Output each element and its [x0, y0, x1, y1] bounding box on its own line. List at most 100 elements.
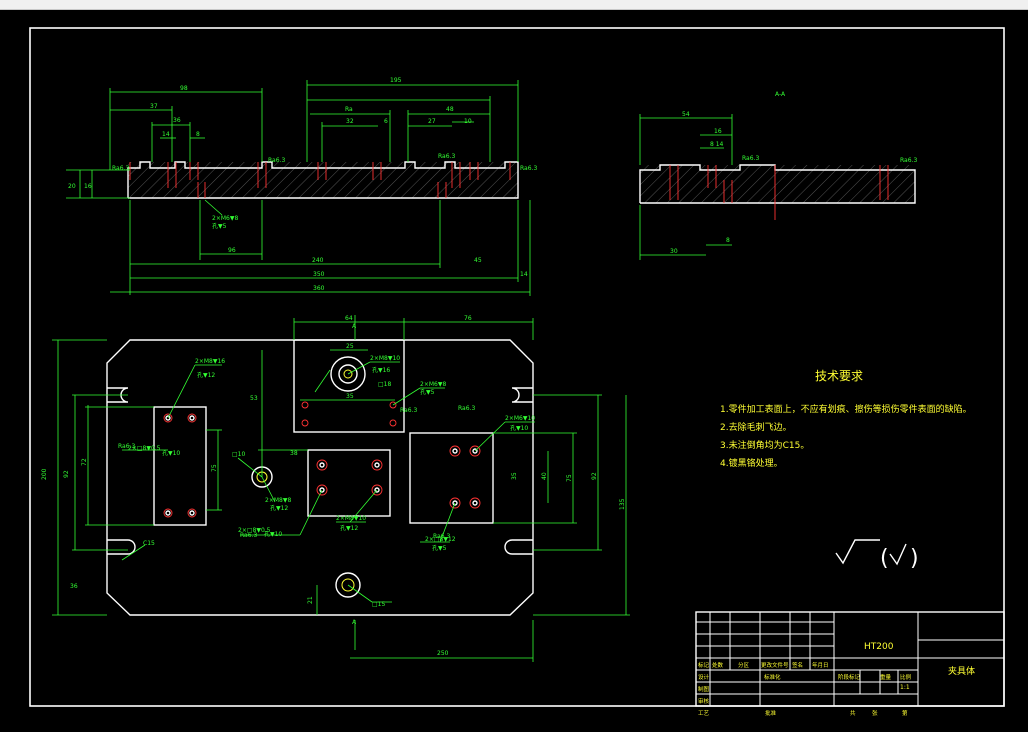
svg-text:38: 38: [290, 450, 298, 457]
svg-text:36: 36: [70, 583, 78, 590]
svg-text:Ra6.3: Ra6.3: [112, 165, 129, 172]
svg-text:张: 张: [872, 709, 878, 717]
svg-text:72: 72: [81, 458, 88, 466]
plan-view: 64 76 A A 25 35 53 38 200 92 72 75 92 135 75…: [41, 315, 630, 662]
svg-text:8: 8: [196, 131, 200, 138]
svg-text:更改文件号: 更改文件号: [761, 661, 789, 669]
svg-text:53: 53: [250, 395, 258, 402]
svg-text:14: 14: [520, 271, 528, 278]
svg-text:□18: □18: [378, 381, 391, 388]
svg-text:制图: 制图: [698, 685, 710, 693]
cad-drawing: 983736 14 8 195Ra32 64827 10 96240 45 350 14…: [29, 27, 1005, 717]
svg-text:2×M6▼10: 2×M6▼10: [505, 415, 535, 422]
svg-text:37: 37: [150, 103, 158, 110]
svg-text:工艺: 工艺: [698, 710, 710, 717]
svg-text:35: 35: [346, 393, 354, 400]
svg-text:孔▼5: 孔▼5: [432, 544, 447, 552]
svg-text:350: 350: [313, 271, 325, 278]
svg-text:Ra6.3: Ra6.3: [240, 532, 257, 539]
svg-text:Ra6.3: Ra6.3: [900, 157, 917, 164]
svg-text:36: 36: [173, 117, 181, 124]
svg-text:27: 27: [428, 118, 436, 125]
svg-text:8 14: 8 14: [710, 141, 724, 148]
svg-text:2×M8▼8: 2×M8▼8: [265, 497, 291, 504]
svg-text:签名: 签名: [792, 661, 803, 669]
svg-text:200: 200: [41, 468, 48, 480]
svg-text:25: 25: [346, 343, 354, 350]
svg-text:135: 135: [619, 498, 626, 510]
section-title: A-A: [775, 91, 786, 98]
front-view: 98 37 36 14 8 195 Ra 32 6 48 27 10 96 240 45 350 14…: [66, 77, 537, 296]
svg-text:重量: 重量: [880, 673, 892, 681]
svg-text:2×M6▼8: 2×M6▼8: [420, 381, 446, 388]
svg-text:92: 92: [591, 472, 598, 480]
svg-text:40: 40: [541, 472, 548, 480]
part-name: 夹具体: [948, 665, 975, 677]
svg-text:96: 96: [228, 247, 236, 254]
svg-text:75: 75: [211, 464, 218, 472]
svg-text:20: 20: [68, 183, 76, 190]
svg-text:76: 76: [464, 315, 472, 322]
app-titlebar: [0, 0, 1028, 10]
svg-text:360: 360: [313, 285, 325, 292]
svg-text:64: 64: [345, 315, 353, 322]
svg-text:标准化: 标准化: [764, 673, 781, 681]
svg-text:2×M8▼16: 2×M8▼16: [195, 358, 225, 365]
svg-text:孔▼12: 孔▼12: [340, 524, 358, 532]
svg-text:Ra6.3: Ra6.3: [438, 153, 455, 160]
sheet-border: [29, 27, 1005, 707]
material-label: HT200: [864, 642, 894, 652]
svg-text:75: 75: [566, 474, 573, 482]
scale-value: 1:1: [900, 684, 910, 691]
svg-text:比例: 比例: [900, 673, 912, 681]
svg-text:32: 32: [346, 118, 354, 125]
svg-text:30: 30: [670, 248, 678, 255]
svg-text:孔▼10: 孔▼10: [264, 530, 282, 538]
svg-text:第: 第: [902, 709, 908, 717]
svg-text:共: 共: [850, 709, 856, 717]
svg-text:250: 250: [437, 650, 449, 657]
svg-text:(: (: [880, 546, 889, 571]
svg-text:240: 240: [312, 257, 324, 264]
svg-text:Ra6.3: Ra6.3: [268, 157, 285, 164]
svg-text:98: 98: [180, 85, 188, 92]
svg-text:2×M8▼10: 2×M8▼10: [336, 515, 366, 522]
svg-text:92: 92: [63, 470, 70, 478]
tech-req-item-4: 4.镀黑铬处理。: [720, 457, 783, 469]
svg-text:16: 16: [84, 183, 92, 190]
svg-text:): ): [910, 546, 919, 571]
svg-text:A: A: [352, 323, 357, 330]
svg-text:Ra6.3: Ra6.3: [742, 155, 759, 162]
svg-text:16: 16: [714, 128, 722, 135]
svg-text:批准: 批准: [765, 709, 777, 717]
drawing-canvas[interactable]: 98 37 36 14 8 195 Ra 32 6 48 27 10 96 240 45 350 14…: [0, 10, 1028, 732]
svg-text:21: 21: [307, 596, 314, 604]
svg-text:Ra6.3: Ra6.3: [458, 405, 475, 412]
svg-text:孔▼12: 孔▼12: [270, 504, 288, 512]
tech-req-item-1: 1.零件加工表面上，不应有划痕、擦伤等损伤零件表面的缺陷。: [720, 403, 972, 415]
svg-text:14: 14: [162, 131, 170, 138]
svg-text:孔▼16: 孔▼16: [372, 366, 390, 374]
roughness-symbol: ( ): [835, 539, 919, 571]
svg-text:C15: C15: [143, 540, 155, 547]
svg-text:分区: 分区: [738, 661, 750, 669]
svg-text:孔▼10: 孔▼10: [510, 424, 528, 432]
tech-req-item-2: 2.去除毛刺飞边。: [720, 421, 792, 433]
svg-text:年月日: 年月日: [812, 661, 829, 669]
svg-text:54: 54: [682, 111, 690, 118]
tech-req-item-3: 3.未注倒角均为C15。: [720, 439, 809, 451]
svg-text:48: 48: [446, 106, 454, 113]
svg-text:A: A: [352, 619, 357, 626]
svg-text:孔▼12: 孔▼12: [197, 371, 215, 379]
svg-text:10: 10: [464, 118, 472, 125]
svg-text:孔▼5: 孔▼5: [212, 222, 227, 230]
svg-text:处数: 处数: [712, 661, 724, 669]
svg-text:Ra6.3: Ra6.3: [520, 165, 537, 172]
svg-text:35: 35: [511, 472, 518, 480]
svg-text:45: 45: [474, 257, 482, 264]
svg-text:195: 195: [390, 77, 402, 84]
svg-text:标记: 标记: [698, 661, 710, 669]
svg-text:审核: 审核: [698, 697, 710, 705]
section-view: A-A 54 16 8 14 30 8 Ra6.3 Ra6.3: [639, 91, 917, 260]
svg-text:孔▼5: 孔▼5: [420, 388, 435, 396]
